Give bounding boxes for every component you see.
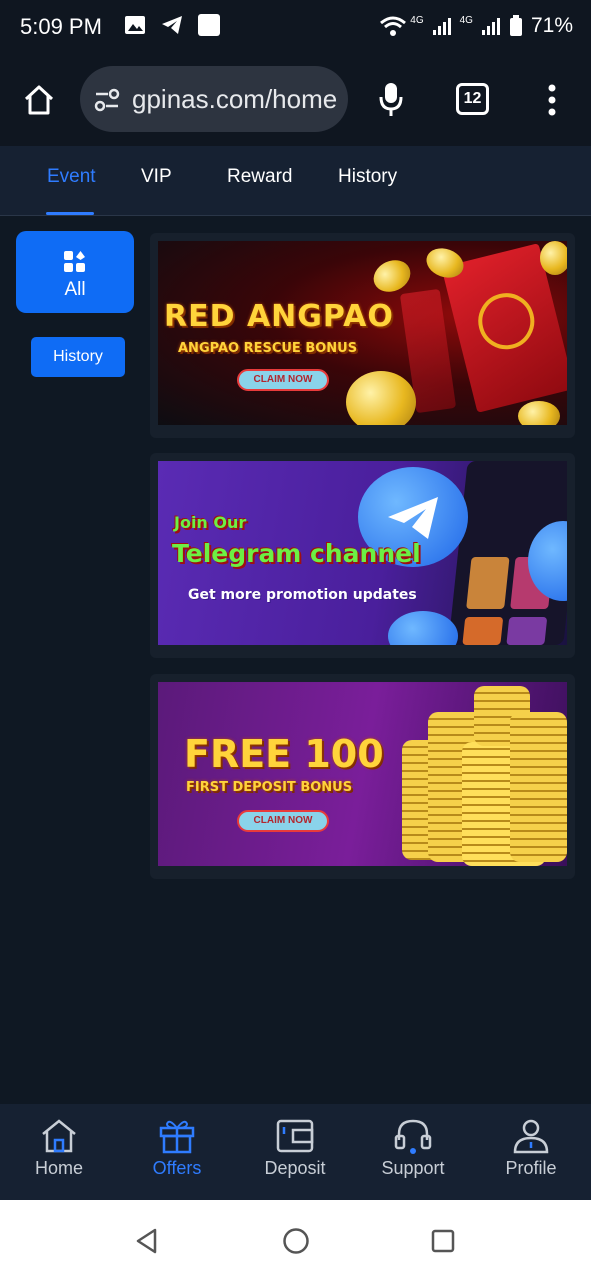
battery-percent: 71% [530,14,573,37]
site-settings-icon[interactable] [94,88,120,112]
telegram-notification-icon [162,16,182,34]
back-icon[interactable] [135,1228,159,1254]
offer-tabs: Event VIP Reward History [0,146,591,216]
image-notification-icon [125,16,145,34]
promo-card-free-100[interactable]: FREE 100 FIRST DEPOSIT BONUS CLAIM NOW [150,674,575,879]
category-all-button[interactable]: All [16,231,134,313]
promo-banner-red-angpao[interactable]: RED ANGPAO ANGPAO RESCUE BONUS CLAIM NOW [158,241,567,425]
bottom-navigation: Home Offers Deposit Support Profile [0,1104,591,1200]
home-icon [42,1119,76,1153]
microphone-icon[interactable] [376,80,406,120]
app-notification-icon [198,14,220,36]
tab-event[interactable]: Event [47,166,96,188]
nav-support-label: Support [381,1158,445,1178]
promo-subline: FIRST DEPOSIT BONUS [186,780,353,795]
promo-card-red-angpao[interactable]: RED ANGPAO ANGPAO RESCUE BONUS CLAIM NOW [150,233,575,438]
promo-subline: ANGPAO RESCUE BONUS [178,341,358,356]
tab-count: 12 [463,90,482,107]
promo-subline: Get more promotion updates [188,587,417,603]
coin-graphic [368,254,416,298]
user-icon [513,1119,549,1154]
nav-deposit-label: Deposit [264,1158,326,1178]
nav-profile[interactable]: Profile [472,1104,590,1200]
wallet-icon [276,1119,314,1153]
home-circle-icon[interactable] [282,1227,310,1255]
url-text[interactable]: gpinas.com/home [132,84,342,115]
more-options-icon[interactable] [540,82,564,118]
recents-icon[interactable] [431,1229,455,1253]
telegram-logo-icon [388,611,458,645]
grid-icon [64,251,85,272]
signal-icon-1 [432,18,451,35]
signal-icon-2 [481,18,500,35]
nav-offers[interactable]: Offers [118,1104,236,1200]
battery-icon [509,15,522,36]
promo-headline: RED ANGPAO [164,299,394,334]
nav-profile-label: Profile [505,1158,557,1178]
gift-icon [159,1120,195,1154]
system-navigation-bar [0,1200,591,1280]
coin-graphic [346,371,416,425]
tab-history[interactable]: History [338,166,397,188]
headset-icon [394,1119,432,1154]
nav-home-label: Home [34,1158,83,1178]
nav-deposit[interactable]: Deposit [236,1104,354,1200]
promo-headline: FREE 100 [184,732,384,776]
claim-now-button[interactable]: CLAIM NOW [237,369,329,391]
network-type-1: 4G [410,14,424,26]
category-history-button[interactable]: History [31,337,125,377]
main-content: All History RED ANGPAO ANGPAO RESCUE BON… [0,216,591,1104]
coin-stack-graphic [510,712,567,862]
tab-switcher-button[interactable]: 12 [456,83,489,115]
promo-headline: Telegram channel [172,539,421,568]
tab-vip[interactable]: VIP [141,166,172,188]
promo-banner-telegram[interactable]: Join Our Telegram channel Get more promo… [158,461,567,645]
coin-graphic [518,401,560,425]
home-icon[interactable] [20,82,58,118]
claim-now-button[interactable]: CLAIM NOW [237,810,329,832]
notification-icons [124,14,220,36]
nav-offers-label: Offers [152,1158,202,1178]
network-type-2: 4G [459,14,473,26]
nav-support[interactable]: Support [354,1104,472,1200]
system-icons: 4G 4G 71% [378,14,573,38]
category-all-label: All [64,279,86,300]
nav-home[interactable]: Home [0,1104,118,1200]
active-tab-indicator [46,212,94,215]
status-bar: 5:09 PM 4G 4G 71% [0,0,591,52]
promo-card-telegram[interactable]: Join Our Telegram channel Get more promo… [150,453,575,658]
status-time: 5:09 PM [20,14,102,39]
browser-toolbar: gpinas.com/home 12 [0,52,591,146]
coin-graphic [540,241,567,275]
address-bar[interactable]: gpinas.com/home [80,66,348,132]
promo-banner-free-100[interactable]: FREE 100 FIRST DEPOSIT BONUS CLAIM NOW [158,682,567,866]
promo-headline-top: Join Our [174,513,247,532]
wifi-icon [380,16,407,36]
tab-reward[interactable]: Reward [227,166,292,188]
